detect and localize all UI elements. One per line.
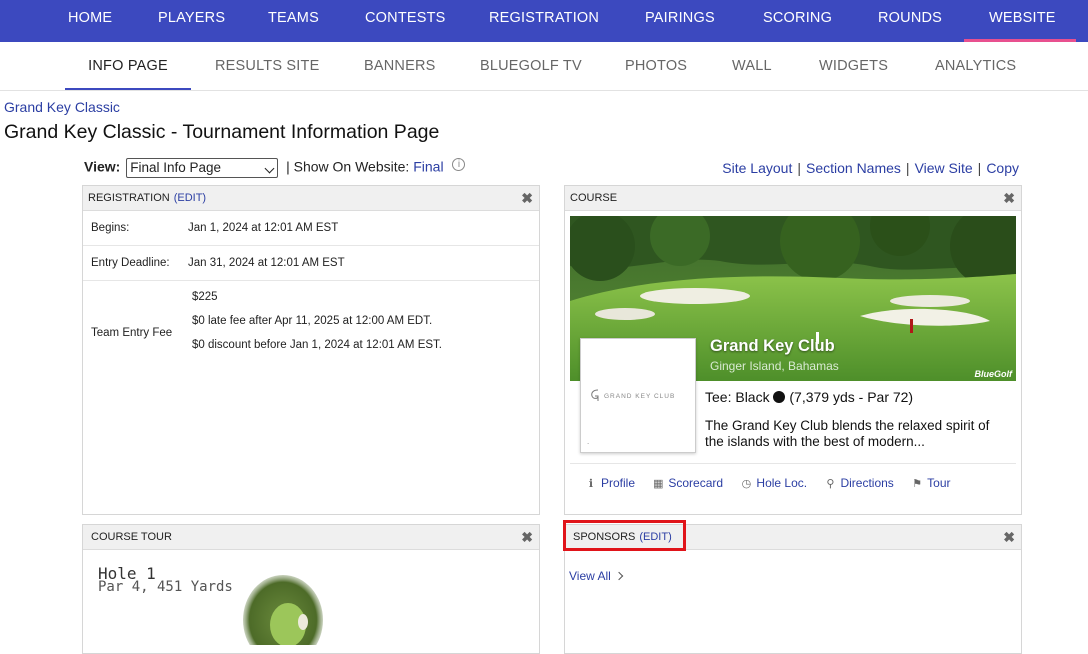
fee-line: $225: [192, 291, 218, 303]
fee-line: $0 late fee after Apr 11, 2025 at 12:00 …: [192, 315, 433, 327]
site-layout-link[interactable]: Site Layout: [722, 160, 792, 176]
tab-wall[interactable]: WALL: [732, 42, 772, 90]
tab-widgets[interactable]: WIDGETS: [819, 42, 888, 90]
course-links: ℹ Profile ▦ Scorecard ◷ Hole Loc. ⚲ Directio…: [585, 476, 965, 490]
view-label: View:: [84, 158, 121, 175]
page-actions: Site Layout | Section Names | View Site | Copy: [722, 160, 1019, 176]
page-title: Grand Key Classic - Tournament Informati…: [4, 121, 440, 143]
course-tour-title: COURSE TOUR: [91, 531, 172, 543]
registration-row-fee: Team Entry Fee $225 $0 late fee after Ap…: [83, 281, 539, 381]
hole-par-yards: Par 4, 451 Yards: [98, 579, 233, 595]
tab-analytics[interactable]: ANALYTICS: [935, 42, 1016, 90]
course-title: COURSE: [570, 192, 618, 204]
nav-teams[interactable]: TEAMS: [268, 0, 319, 42]
scorecard-link[interactable]: ▦ Scorecard: [652, 476, 723, 490]
close-icon[interactable]: ✖: [1003, 186, 1015, 211]
sponsors-highlight-box: [563, 520, 686, 551]
tee-label: Tee: Black: [705, 389, 770, 405]
view-site-link[interactable]: View Site: [915, 160, 973, 176]
close-icon[interactable]: ✖: [521, 525, 533, 550]
fee-line: $0 discount before Jan 1, 2024 at 12:01 …: [192, 339, 442, 351]
nav-scoring[interactable]: SCORING: [763, 0, 832, 42]
tab-photos[interactable]: PHOTOS: [625, 42, 687, 90]
registration-row-begins: Begins: Jan 1, 2024 at 12:01 AM EST: [83, 211, 539, 246]
course-logo[interactable]: GRAND KEY CLUB .: [580, 338, 696, 453]
begins-label: Begins:: [91, 222, 130, 234]
nav-website[interactable]: WEBSITE: [964, 0, 1076, 42]
club-logo-icon: [591, 389, 599, 401]
top-nav: HOME PLAYERS TEAMS CONTESTS REGISTRATION…: [0, 0, 1088, 42]
clock-icon: ◷: [741, 478, 752, 490]
course-panel: COURSE ✖ Grand Key Club Ginger Island, B…: [564, 185, 1022, 515]
deadline-label: Entry Deadline:: [91, 257, 170, 269]
bluegolf-watermark: BlueGolf: [974, 369, 1013, 379]
view-bar: View: Final Info Page | Show On Website:…: [84, 158, 466, 178]
chevron-right-icon: [614, 571, 624, 581]
course-tour-panel: COURSE TOUR ✖ Hole 1 Par 4, 451 Yards: [82, 524, 540, 654]
tee-color-icon: [773, 391, 786, 403]
course-location: Ginger Island, Bahamas: [710, 359, 839, 373]
tee-info: Tee: Black (7,379 yds - Par 72): [705, 389, 913, 405]
view-all-link[interactable]: View All: [569, 569, 624, 583]
breadcrumb[interactable]: Grand Key Classic: [4, 99, 120, 115]
tab-banners[interactable]: BANNERS: [364, 42, 436, 90]
hole-map[interactable]: [243, 570, 353, 645]
sub-nav: INFO PAGE RESULTS SITE BANNERS BLUEGOLF …: [0, 42, 1088, 91]
info-icon[interactable]: i: [452, 158, 466, 171]
show-on-website-label: | Show On Website:: [286, 158, 410, 175]
hole-location-link[interactable]: ◷ Hole Loc.: [740, 476, 808, 490]
nav-registration[interactable]: REGISTRATION: [489, 0, 599, 42]
close-icon[interactable]: ✖: [1003, 525, 1015, 550]
logo-dot: .: [587, 437, 590, 446]
tab-info-page[interactable]: INFO PAGE: [65, 42, 191, 90]
registration-edit-link[interactable]: (EDIT): [174, 192, 206, 204]
nav-players[interactable]: PLAYERS: [158, 0, 225, 42]
map-pin-icon: ⚲: [826, 478, 835, 490]
logo-wordmark: GRAND KEY CLUB: [604, 393, 676, 400]
course-tour-header: COURSE TOUR ✖: [83, 525, 539, 550]
fee-label: Team Entry Fee: [91, 327, 173, 339]
nav-rounds[interactable]: ROUNDS: [878, 0, 942, 42]
divider: [570, 463, 1016, 464]
course-header: COURSE ✖: [565, 186, 1021, 211]
deadline-value: Jan 31, 2024 at 12:01 AM EST: [188, 257, 345, 269]
chevron-down-icon: [264, 163, 275, 174]
view-select[interactable]: Final Info Page: [126, 158, 279, 178]
tour-link[interactable]: ⚑ Tour: [911, 476, 950, 490]
table-icon: ▦: [653, 478, 664, 490]
info-icon: ℹ: [588, 478, 594, 490]
close-icon[interactable]: ✖: [521, 186, 533, 211]
begins-value: Jan 1, 2024 at 12:01 AM EST: [188, 222, 339, 234]
course-description: The Grand Key Club blends the relaxed sp…: [705, 418, 990, 449]
show-on-website-value[interactable]: Final: [413, 159, 443, 175]
tee-stats: (7,379 yds - Par 72): [789, 389, 914, 405]
view-select-value: Final Info Page: [130, 160, 222, 175]
course-name[interactable]: Grand Key Club: [710, 337, 835, 356]
registration-panel: REGISTRATION (EDIT) ✖ Begins: Jan 1, 2024…: [82, 185, 540, 515]
tab-bluegolf-tv[interactable]: BLUEGOLF TV: [480, 42, 582, 90]
profile-link[interactable]: ℹ Profile: [585, 476, 635, 490]
registration-row-deadline: Entry Deadline: Jan 31, 2024 at 12:01 AM…: [83, 246, 539, 281]
tab-results-site[interactable]: RESULTS SITE: [215, 42, 319, 90]
directions-link[interactable]: ⚲ Directions: [824, 476, 893, 490]
registration-title: REGISTRATION: [88, 192, 170, 204]
nav-contests[interactable]: CONTESTS: [365, 0, 446, 42]
registration-header: REGISTRATION (EDIT) ✖: [83, 186, 539, 211]
flag-icon: ⚑: [912, 478, 923, 490]
copy-link[interactable]: Copy: [986, 160, 1019, 176]
nav-pairings[interactable]: PAIRINGS: [645, 0, 715, 42]
section-names-link[interactable]: Section Names: [806, 160, 901, 176]
nav-home[interactable]: HOME: [68, 0, 112, 42]
